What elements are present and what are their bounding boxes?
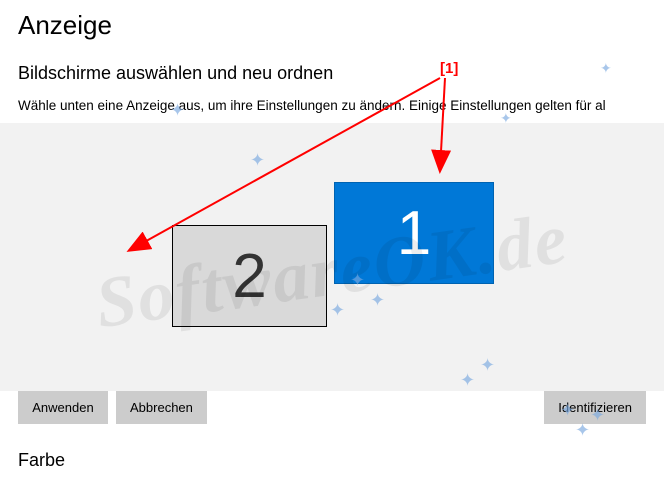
page-title: Anzeige xyxy=(18,10,646,41)
identify-button[interactable]: Identifizieren xyxy=(544,391,646,424)
monitor-tile-2[interactable]: 2 xyxy=(172,225,327,327)
monitor-tile-1[interactable]: 1 xyxy=(334,182,494,284)
section-title-color: Farbe xyxy=(18,450,646,471)
cancel-button[interactable]: Abbrechen xyxy=(116,391,207,424)
apply-button[interactable]: Anwenden xyxy=(18,391,108,424)
display-arrange-area[interactable]: 2 1 xyxy=(0,123,664,391)
section-description: Wähle unten eine Anzeige aus, um ihre Ei… xyxy=(18,98,646,113)
annotation-label: [1] xyxy=(440,60,458,77)
section-title: Bildschirme auswählen und neu ordnen xyxy=(18,63,646,84)
